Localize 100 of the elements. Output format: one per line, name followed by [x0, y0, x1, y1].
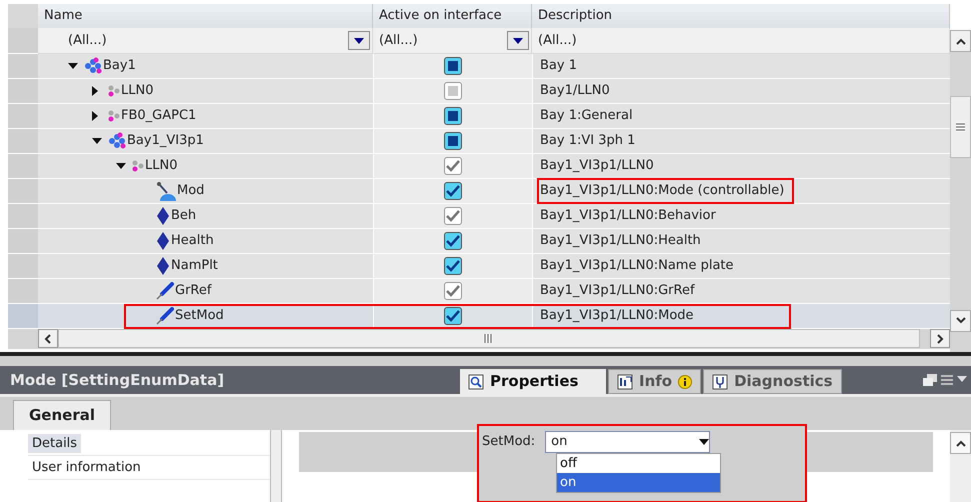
column-header[interactable]: Description: [532, 4, 950, 28]
expander-triangle-icon[interactable]: [92, 111, 98, 121]
description-cell-text: Bay1_VI3p1/LLN0:Behavior: [539, 207, 717, 226]
checkbox[interactable]: [444, 307, 462, 325]
scroll-up-button[interactable]: [950, 30, 971, 52]
scrollbar-corner: [950, 332, 971, 352]
tick-icon: [446, 235, 460, 247]
field-label: SetMod:: [482, 433, 536, 452]
tree-row[interactable]: GrRef Bay1_VI3p1/LLN0:GrRef: [8, 279, 950, 304]
caret-icon: [354, 38, 364, 44]
checkbox[interactable]: [444, 132, 462, 150]
diagnostics-icon: [712, 374, 728, 390]
chevron-left-icon: [44, 334, 52, 344]
description-cell-text: Bay1_VI3p1/LLN0: [539, 157, 655, 176]
item-name[interactable]: Mod: [177, 181, 204, 201]
panel-tab[interactable]: Diagnostics: [703, 369, 842, 394]
item-name[interactable]: NamPlt: [171, 256, 218, 276]
description-cell-text: Bay1_VI3p1/LLN0:Health: [539, 232, 702, 250]
item-name[interactable]: LLN0: [145, 156, 178, 176]
molecule-cluster-icon: [84, 57, 102, 75]
expander-triangle-icon[interactable]: [116, 163, 126, 169]
square-icon: [448, 61, 458, 71]
scroll-left-button[interactable]: [38, 329, 58, 348]
restore-icon[interactable]: [923, 374, 937, 386]
tree-row[interactable]: LLN0 Bay1/LLN0: [8, 79, 950, 104]
tree-row[interactable]: LLN0 Bay1_VI3p1/LLN0: [8, 154, 950, 179]
tick-icon: [446, 260, 460, 272]
menu-icon[interactable]: [941, 374, 953, 386]
item-name[interactable]: SetMod: [175, 306, 224, 326]
node-dots-icon: [132, 160, 144, 172]
scroll-up-button[interactable]: [950, 432, 971, 454]
tree-row[interactable]: NamPlt Bay1_VI3p1/LLN0:Name plate: [8, 254, 950, 279]
tree-row[interactable]: FB0_GAPC1 Bay 1:General: [8, 104, 950, 129]
panel-tab[interactable]: Info: [608, 369, 702, 394]
vertical-scrollbar-thumb[interactable]: [950, 96, 971, 158]
item-name[interactable]: LLN0: [121, 81, 154, 101]
chevron-down-icon: [956, 317, 966, 325]
square-icon: [448, 86, 458, 96]
description-cell-text: Bay 1: [539, 57, 578, 76]
tick-icon: [446, 310, 460, 322]
dropdown-option[interactable]: off: [557, 454, 720, 473]
tree-row[interactable]: Bay1_VI3p1 Bay 1:VI 3ph 1: [8, 129, 950, 154]
info-badge-icon: [678, 374, 692, 388]
caret-icon: [513, 38, 523, 44]
column-header[interactable]: Active on interface: [373, 4, 532, 28]
expander-triangle-icon[interactable]: [92, 138, 102, 144]
item-name[interactable]: FB0_GAPC1: [121, 106, 196, 126]
description-cell-text: Bay1_VI3p1/LLN0:Mode: [539, 307, 695, 326]
checkbox[interactable]: [444, 57, 462, 75]
description-cell-text: Bay 1:VI 3ph 1: [539, 132, 636, 150]
description-cell-text: Bay1/LLN0: [539, 82, 611, 100]
tree-row[interactable]: Health Bay1_VI3p1/LLN0:Health: [8, 229, 950, 254]
diamond-icon: [156, 256, 170, 276]
expander-triangle-icon[interactable]: [92, 86, 98, 96]
scroll-down-button[interactable]: [950, 310, 971, 332]
description-cell: Bay1_VI3p1/LLN0:Mode (controllable): [539, 180, 792, 202]
expander-triangle-icon[interactable]: [68, 63, 78, 69]
tree-row[interactable]: Mod Bay1_VI3p1/LLN0:Mode (controllable): [8, 179, 950, 204]
chevron-up-icon: [956, 439, 966, 447]
vertical-scrollbar[interactable]: [950, 30, 971, 332]
dropdown-field[interactable]: on: [545, 431, 710, 453]
tick-icon: [446, 185, 460, 197]
nav-item[interactable]: Details: [28, 434, 82, 454]
tree-row[interactable]: SetMod Bay1_VI3p1/LLN0:Mode: [8, 304, 950, 329]
grip-icon: [484, 334, 494, 343]
column-header[interactable]: Name: [38, 4, 373, 28]
section-tab[interactable]: General: [13, 400, 111, 430]
item-name[interactable]: Bay1: [103, 56, 136, 76]
checkbox[interactable]: [444, 257, 462, 275]
pen-icon: [156, 307, 174, 325]
item-name[interactable]: Health: [171, 231, 214, 251]
description-cell-text: Bay1_VI3p1/LLN0:Name plate: [539, 257, 735, 276]
tree-row[interactable]: Bay1 Bay 1: [8, 54, 950, 79]
pen-icon: [156, 282, 174, 300]
filter-dropdown-button[interactable]: [348, 31, 370, 50]
item-name[interactable]: GrRef: [175, 281, 212, 301]
checkbox[interactable]: [444, 182, 462, 200]
magnifier-icon: [468, 374, 484, 390]
node-dots-icon: [108, 110, 120, 122]
caret-icon: [699, 439, 710, 445]
panel-tab[interactable]: Properties: [460, 369, 606, 394]
diamond-icon: [156, 231, 170, 251]
tree-row[interactable]: Beh Bay1_VI3p1/LLN0:Behavior: [8, 204, 950, 229]
scroll-right-button[interactable]: [930, 329, 950, 348]
header-corner: [8, 4, 38, 28]
tick-icon: [446, 160, 460, 172]
square-icon: [448, 136, 458, 146]
chevron-right-icon: [936, 334, 944, 344]
molecule-cluster-icon: [108, 132, 126, 150]
checkbox[interactable]: [444, 107, 462, 125]
toggle-switch-icon: [156, 181, 176, 201]
filter-dropdown-button[interactable]: [507, 31, 529, 50]
checkbox[interactable]: [444, 232, 462, 250]
item-name[interactable]: Bay1_VI3p1: [127, 131, 204, 151]
tick-icon: [446, 285, 460, 297]
item-name[interactable]: Beh: [171, 206, 196, 226]
nav-item[interactable]: User information: [28, 458, 145, 478]
dropdown-option[interactable]: on: [557, 473, 720, 492]
inspector-title: Mode [SettingEnumData]: [9, 370, 226, 391]
caret-icon[interactable]: [957, 376, 967, 384]
